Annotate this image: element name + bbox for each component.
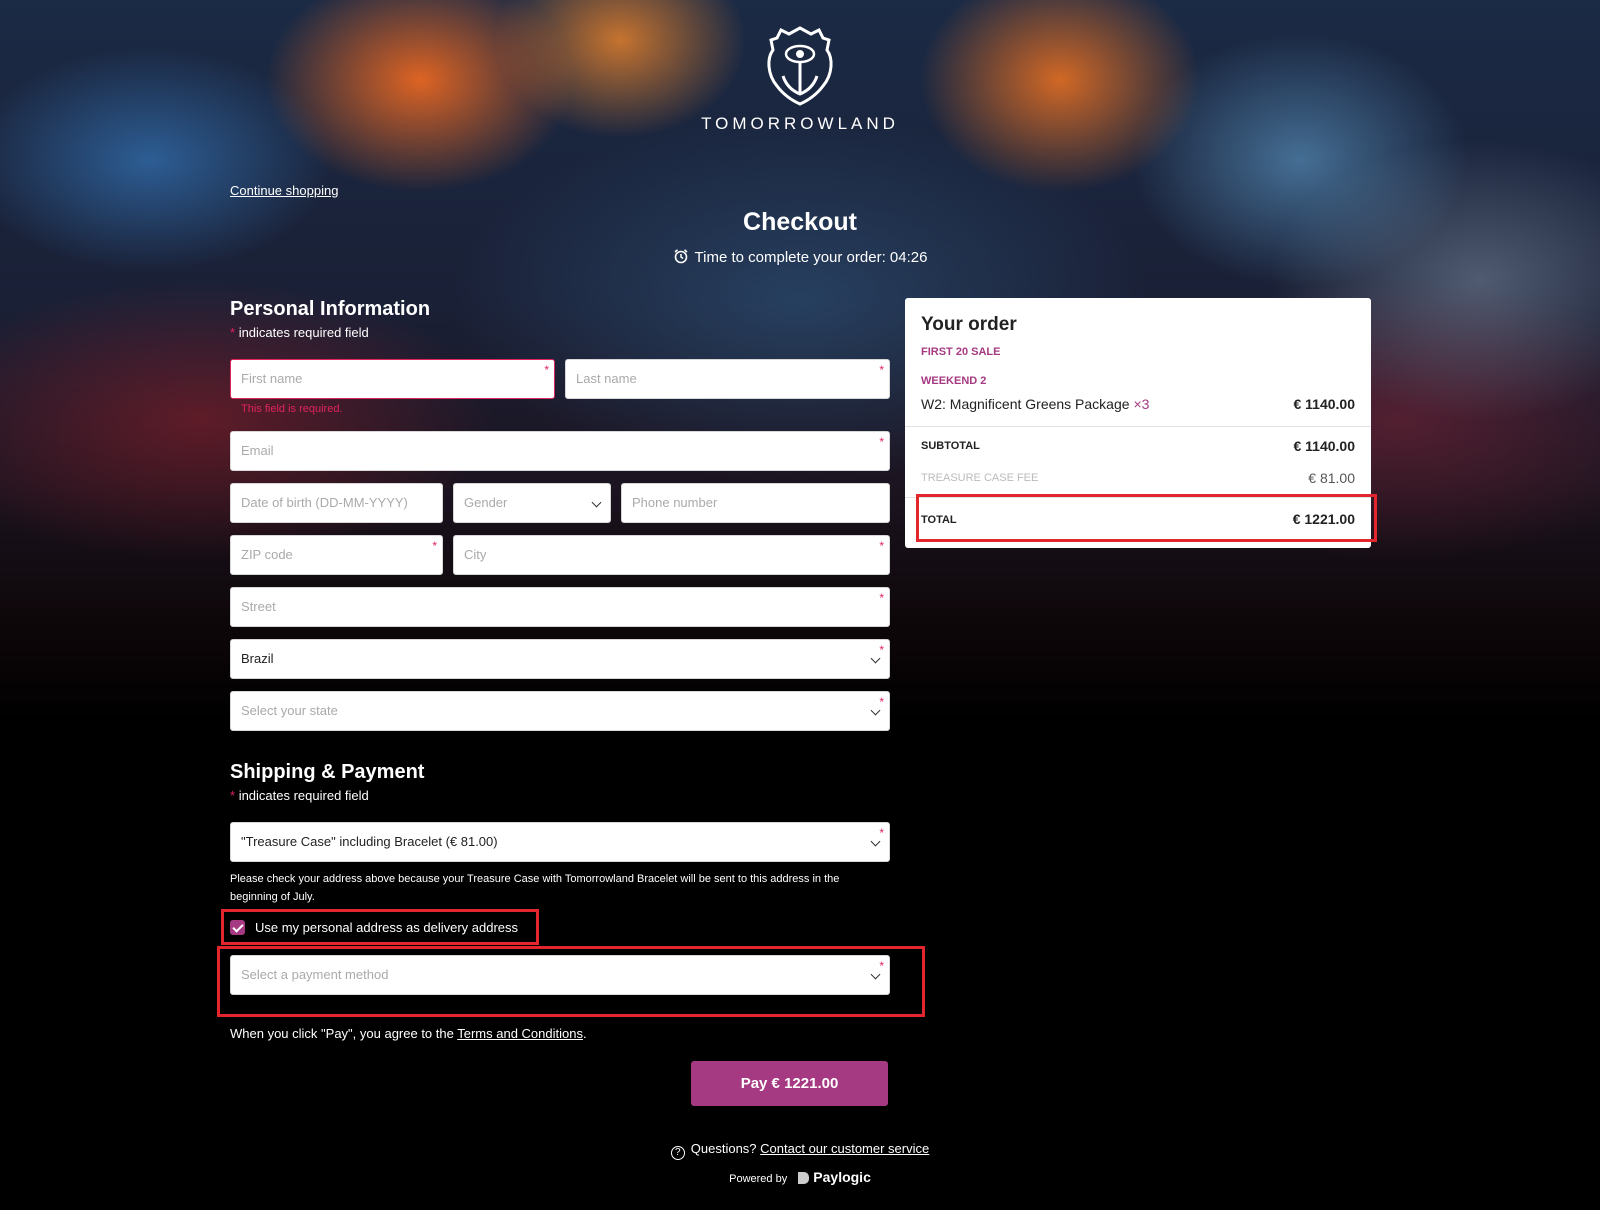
brand-name: TOMORROWLAND (701, 114, 899, 133)
shipping-notice: Please check your address above because … (230, 873, 840, 903)
pay-button[interactable]: Pay € 1221.00 (691, 1061, 888, 1106)
shipping-option-select[interactable]: "Treasure Case" including Bracelet (€ 81… (230, 822, 890, 862)
order-item: W2: Magnificent Greens Package ×3 (921, 396, 1150, 412)
personal-info-heading: Personal Information (230, 298, 431, 320)
email-input[interactable]: Email * (230, 431, 890, 471)
tomorrowland-logo-icon (767, 26, 833, 106)
subtotal-label: SUBTOTAL (921, 440, 980, 452)
continue-shopping-link[interactable]: Continue shopping (230, 183, 338, 198)
item-quantity: ×3 (1133, 396, 1150, 412)
tomorrowland-logo[interactable]: TOMORROWLAND (700, 24, 900, 134)
zip-code-input[interactable]: ZIP code * (230, 535, 443, 575)
treasure-case-fee-value: € 81.00 (1308, 470, 1355, 486)
required-note: * indicates required field (230, 788, 369, 803)
country-select[interactable]: Brazil * (230, 639, 890, 679)
terms-link[interactable]: Terms and Conditions (457, 1026, 583, 1041)
paylogic-brand: Paylogic (813, 1169, 871, 1185)
treasure-case-fee-label: TREASURE CASE FEE (921, 472, 1039, 484)
first-name-error: This field is required. (241, 403, 343, 415)
page-title: Checkout (743, 208, 857, 236)
subtotal-value: € 1140.00 (1293, 438, 1355, 454)
city-input[interactable]: City * (453, 535, 890, 575)
contact-customer-service-link[interactable]: Contact our customer service (760, 1141, 929, 1156)
highlight-box-checkbox (221, 909, 539, 945)
question-icon: ? (670, 1146, 685, 1160)
terms-text: When you click "Pay", you agree to the T… (230, 1026, 587, 1041)
date-of-birth-input[interactable]: Date of birth (DD-MM-YYYY) (230, 483, 443, 523)
last-name-input[interactable]: Last name * (565, 359, 890, 399)
item-price: € 1140.00 (1293, 396, 1355, 412)
sale-label: FIRST 20 SALE (921, 346, 1001, 358)
paylogic-icon (798, 1172, 810, 1184)
highlight-box-total (916, 494, 1377, 542)
gender-select[interactable]: Gender (453, 483, 611, 523)
questions-row: ? Questions? Contact our customer service (0, 1141, 1600, 1160)
order-timer: Time to complete your order: 04:26 (0, 248, 1600, 266)
order-heading: Your order (921, 314, 1017, 335)
street-input[interactable]: Street * (230, 587, 890, 627)
first-name-input[interactable]: First name * (230, 359, 555, 399)
shipping-payment-heading: Shipping & Payment (230, 761, 425, 783)
powered-by: Powered by Paylogic (729, 1169, 871, 1185)
weekend-label: WEEKEND 2 (921, 375, 987, 387)
divider (905, 426, 1371, 427)
chevron-down-icon (591, 497, 602, 508)
timer-text: Time to complete your order: 04:26 (694, 249, 928, 266)
phone-number-input[interactable]: Phone number (621, 483, 890, 523)
highlight-box-payment (217, 946, 925, 1017)
required-note: * indicates required field (230, 325, 369, 340)
state-select[interactable]: Select your state * (230, 691, 890, 731)
alarm-clock-icon (674, 249, 688, 264)
